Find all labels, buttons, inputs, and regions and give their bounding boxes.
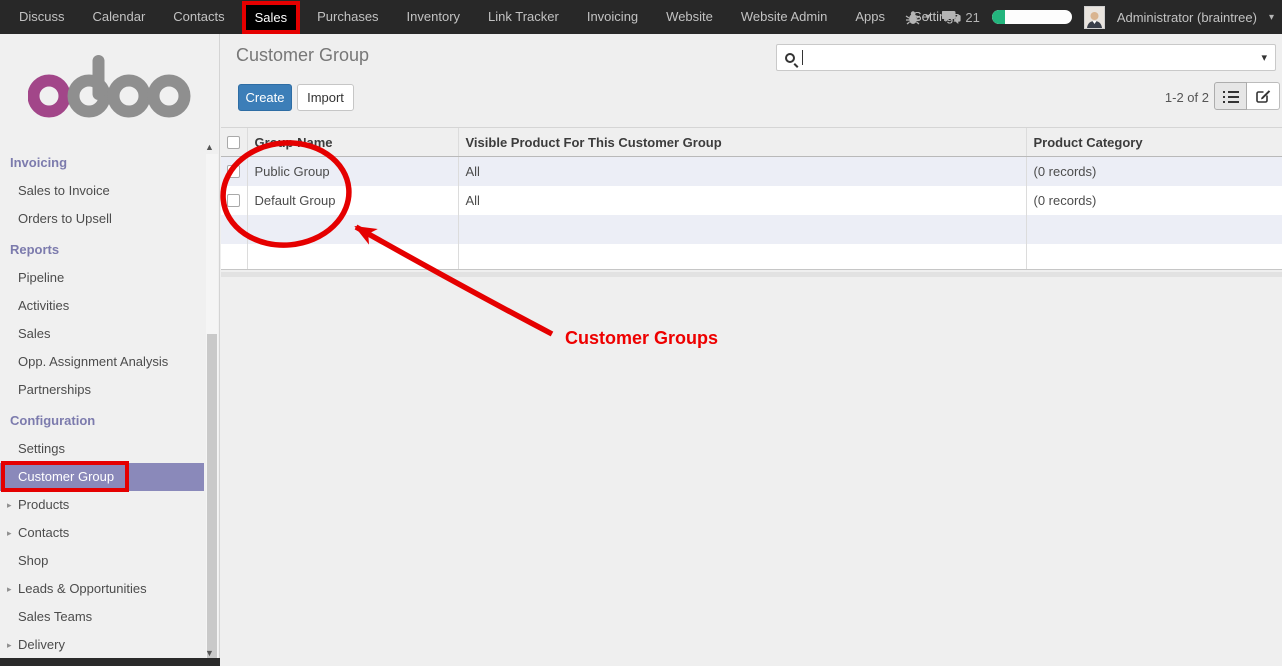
expand-caret-icon[interactable]: ▸ [7, 491, 12, 519]
sidebar-item-leads-opportunities[interactable]: ▸ Leads & Opportunities [0, 575, 204, 603]
expand-caret-icon[interactable]: ▸ [7, 519, 12, 547]
sidebar-scroll-down-icon[interactable]: ▼ [205, 648, 214, 658]
sidebar-item-label: Delivery [18, 637, 65, 652]
chat-bubbles-icon [942, 10, 961, 25]
nav-item-purchases[interactable]: Purchases [303, 0, 392, 34]
sidebar-item-sales-to-invoice[interactable]: Sales to Invoice [0, 177, 204, 205]
sidebar-item-settings[interactable]: Settings [0, 435, 204, 463]
sidebar-bottom-strip [0, 658, 220, 666]
column-header-visible-product[interactable]: Visible Product For This Customer Group [458, 128, 1026, 157]
page-title: Customer Group [236, 45, 369, 66]
cell-group-name[interactable]: Default Group [247, 186, 458, 215]
edit-form-icon [1256, 89, 1271, 103]
select-all-checkbox[interactable] [227, 136, 240, 149]
section-invoicing: Invoicing [0, 149, 204, 177]
user-menu[interactable]: Administrator (braintree) [1117, 10, 1257, 25]
main-content: Customer Group ▾ Create Import 1-2 of 2 … [221, 34, 1282, 666]
bug-icon [905, 10, 921, 25]
table-empty-row [221, 215, 1282, 244]
row-checkbox[interactable] [227, 165, 240, 178]
nav-item-discuss[interactable]: Discuss [5, 0, 79, 34]
expand-caret-icon[interactable]: ▸ [7, 631, 12, 659]
list-view-button[interactable] [1214, 82, 1247, 110]
sidebar-item-customer-group[interactable]: Customer Group [0, 463, 204, 491]
table-row[interactable]: Public Group All (0 records) [221, 157, 1282, 186]
timer-progress-bar[interactable] [992, 10, 1072, 24]
top-menu: Discuss Calendar Contacts Sales Purchase… [0, 0, 974, 34]
cell-visible-product[interactable]: All [458, 157, 1026, 186]
sidebar-item-pipeline[interactable]: Pipeline [0, 264, 204, 292]
cell-visible-product[interactable]: All [458, 186, 1026, 215]
app-sidebar: ▲ Invoicing Sales to Invoice Orders to U… [0, 34, 220, 666]
customer-group-table: Group Name Visible Product For This Cust… [221, 127, 1282, 270]
sidebar-item-partnerships[interactable]: Partnerships [0, 376, 204, 404]
nav-item-website-admin[interactable]: Website Admin [727, 0, 841, 34]
search-icon [785, 53, 795, 63]
nav-item-sales[interactable]: Sales [242, 1, 301, 34]
search-input[interactable] [803, 45, 1261, 70]
column-header-product-category[interactable]: Product Category [1026, 128, 1282, 157]
sidebar-item-contacts[interactable]: ▸ Contacts [0, 519, 204, 547]
progress-fill [992, 10, 1006, 24]
sidebar-scrollbar[interactable] [206, 154, 218, 666]
messages-count: 21 [965, 10, 979, 25]
sidebar-item-opp-assignment-analysis[interactable]: Opp. Assignment Analysis [0, 348, 204, 376]
sidebar-menu: Invoicing Sales to Invoice Orders to Ups… [0, 146, 204, 659]
create-button[interactable]: Create [238, 84, 292, 111]
debug-bug-icon[interactable]: ▾ [905, 10, 930, 25]
odoo-logo[interactable] [28, 54, 192, 123]
nav-item-link-tracker[interactable]: Link Tracker [474, 0, 573, 34]
expand-caret-icon[interactable]: ▸ [7, 575, 12, 603]
table-header-row: Group Name Visible Product For This Cust… [221, 128, 1282, 157]
search-dropdown-caret-icon[interactable]: ▾ [1261, 51, 1267, 64]
user-menu-caret-icon: ▾ [1269, 12, 1274, 23]
user-avatar[interactable] [1084, 6, 1105, 29]
nav-item-contacts[interactable]: Contacts [159, 0, 238, 34]
sidebar-item-label: Products [18, 497, 69, 512]
sidebar-item-sales[interactable]: Sales [0, 320, 204, 348]
list-view-icon [1223, 90, 1239, 103]
search-bar: ▾ [776, 44, 1276, 71]
section-reports: Reports [0, 236, 204, 264]
table-bottom-strip [221, 272, 1282, 277]
sidebar-item-label: Leads & Opportunities [18, 581, 147, 596]
table-empty-row [221, 244, 1282, 270]
sidebar-item-orders-to-upsell[interactable]: Orders to Upsell [0, 205, 204, 233]
column-header-group-name[interactable]: Group Name [247, 128, 458, 157]
table-row[interactable]: Default Group All (0 records) [221, 186, 1282, 215]
cell-group-name[interactable]: Public Group [247, 157, 458, 186]
sidebar-item-delivery[interactable]: ▸ Delivery [0, 631, 204, 659]
sidebar-scroll-up-icon[interactable]: ▲ [205, 142, 214, 152]
form-view-button[interactable] [1247, 82, 1280, 110]
row-checkbox[interactable] [227, 194, 240, 207]
top-navbar: Discuss Calendar Contacts Sales Purchase… [0, 0, 1282, 34]
sidebar-scrollbar-thumb[interactable] [207, 334, 217, 666]
pager-counter: 1-2 of 2 [1165, 90, 1209, 105]
nav-item-website[interactable]: Website [652, 0, 727, 34]
cell-product-category[interactable]: (0 records) [1026, 157, 1282, 186]
debug-caret-icon: ▾ [925, 12, 930, 23]
avatar-person-icon [1086, 10, 1103, 28]
sidebar-item-shop[interactable]: Shop [0, 547, 204, 575]
sidebar-item-label: Contacts [18, 525, 69, 540]
import-button[interactable]: Import [297, 84, 354, 111]
sidebar-item-activities[interactable]: Activities [0, 292, 204, 320]
sidebar-item-sales-teams[interactable]: Sales Teams [0, 603, 204, 631]
nav-item-invoicing[interactable]: Invoicing [573, 0, 652, 34]
nav-item-calendar[interactable]: Calendar [79, 0, 160, 34]
view-switcher [1214, 82, 1280, 110]
header-checkbox-cell [221, 128, 247, 157]
nav-item-inventory[interactable]: Inventory [393, 0, 474, 34]
nav-item-apps[interactable]: Apps [841, 0, 899, 34]
messages-indicator[interactable]: 21 [942, 10, 979, 25]
sidebar-item-products[interactable]: ▸ Products [0, 491, 204, 519]
cell-product-category[interactable]: (0 records) [1026, 186, 1282, 215]
section-configuration: Configuration [0, 407, 204, 435]
